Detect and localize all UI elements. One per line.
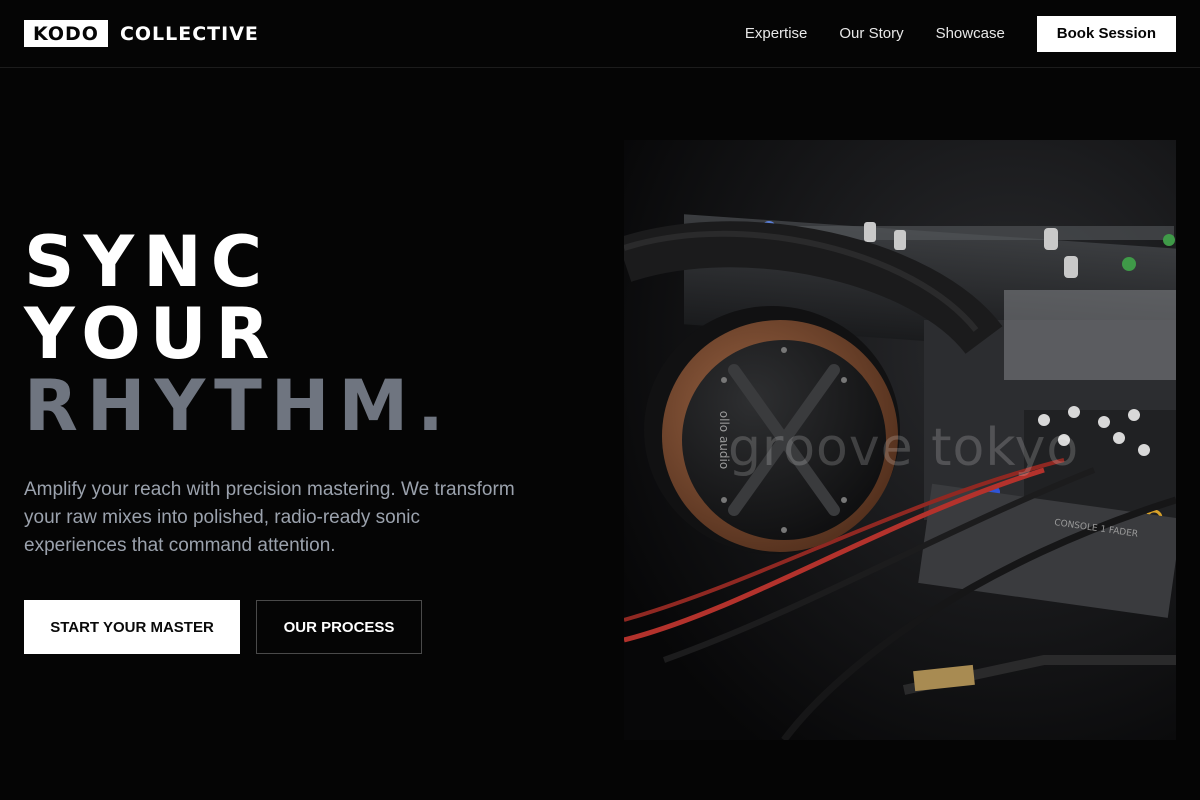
top-navigation: KODO COLLECTIVE Expertise Our Story Show… (0, 0, 1200, 68)
image-watermark: groove tokyo (728, 418, 1080, 478)
hero-subtitle: Amplify your reach with precision master… (24, 479, 515, 556)
hero-image-headphones: ollo audio CONSOLE 1 FADER groove tokyo (624, 140, 1176, 740)
nav-links: Expertise Our Story Showcase Book Sessio… (745, 15, 1176, 52)
hero-content: SYNC YOUR RHYTHM. Amplify your reach wit… (24, 226, 584, 654)
nav-link-showcase[interactable]: Showcase (936, 25, 1005, 42)
headline-line-1: SYNC (24, 221, 272, 303)
book-session-button[interactable]: Book Session (1036, 15, 1176, 52)
nav-link-our-story[interactable]: Our Story (839, 25, 903, 42)
headline-line-2: YOUR (24, 293, 279, 375)
logo-mark: KODO (24, 20, 108, 47)
hero-cta-group: START YOUR MASTER OUR PROCESS (24, 600, 584, 654)
headline-line-3: RHYTHM. (24, 365, 453, 447)
our-process-button[interactable]: OUR PROCESS (256, 600, 422, 654)
start-your-master-button[interactable]: START YOUR MASTER (24, 600, 240, 654)
nav-link-expertise[interactable]: Expertise (745, 25, 808, 42)
brand-logo[interactable]: KODO COLLECTIVE (24, 20, 259, 47)
logo-wordmark: COLLECTIVE (119, 22, 259, 45)
hero-headline: SYNC YOUR RHYTHM. (24, 226, 584, 442)
